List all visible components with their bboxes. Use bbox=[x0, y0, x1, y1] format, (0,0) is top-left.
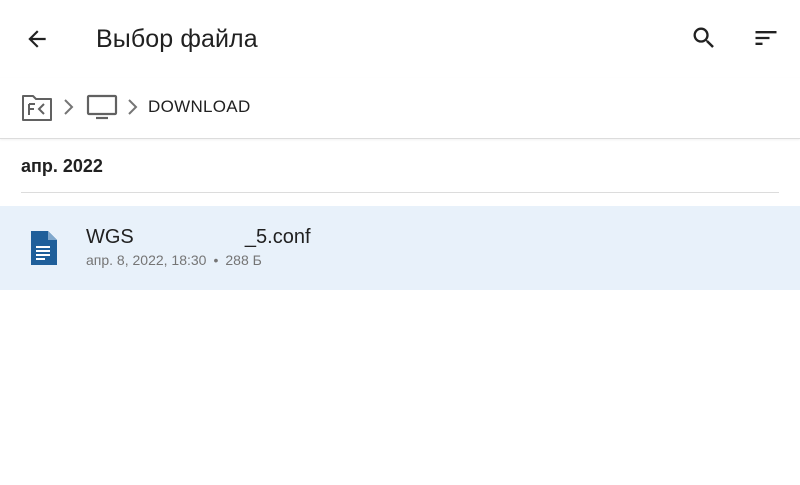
file-size: 288 Б bbox=[225, 252, 262, 268]
breadcrumb-separator bbox=[124, 94, 142, 120]
section-divider bbox=[21, 192, 779, 193]
file-name: WGS _5.conf bbox=[86, 226, 311, 248]
section-header-date: апр. 2022 bbox=[21, 156, 103, 176]
page-title: Выбор файла bbox=[96, 25, 258, 53]
file-date: апр. 8, 2022, 18:30 bbox=[86, 252, 207, 268]
chevron-right-icon bbox=[128, 99, 138, 115]
document-icon bbox=[31, 231, 57, 265]
breadcrumb-current[interactable]: DOWNLOAD bbox=[148, 92, 251, 122]
sort-icon bbox=[755, 31, 777, 45]
sort-button[interactable] bbox=[744, 16, 788, 60]
search-button[interactable] bbox=[682, 16, 726, 60]
monitor-icon bbox=[86, 94, 118, 120]
breadcrumb: DOWNLOAD bbox=[0, 78, 800, 139]
file-meta: апр. 8, 2022, 18:30 • 288 Б bbox=[86, 252, 262, 268]
file-list-item[interactable]: WGS _5.conf апр. 8, 2022, 18:30 • 288 Б bbox=[0, 206, 800, 290]
breadcrumb-separator bbox=[60, 94, 78, 120]
chevron-right-icon bbox=[64, 99, 74, 115]
search-icon bbox=[693, 27, 714, 48]
file-picker-screen: Выбор файла DOWNLOAD апр. 2022 WGS _5.co… bbox=[0, 0, 800, 485]
breadcrumb-device[interactable] bbox=[82, 88, 122, 126]
breadcrumb-root[interactable] bbox=[18, 88, 56, 126]
arrow-back-icon bbox=[28, 30, 46, 48]
meta-separator: • bbox=[213, 252, 219, 268]
file-commander-icon bbox=[22, 95, 52, 121]
back-button[interactable] bbox=[14, 16, 60, 62]
top-app-bar: Выбор файла bbox=[0, 0, 800, 78]
